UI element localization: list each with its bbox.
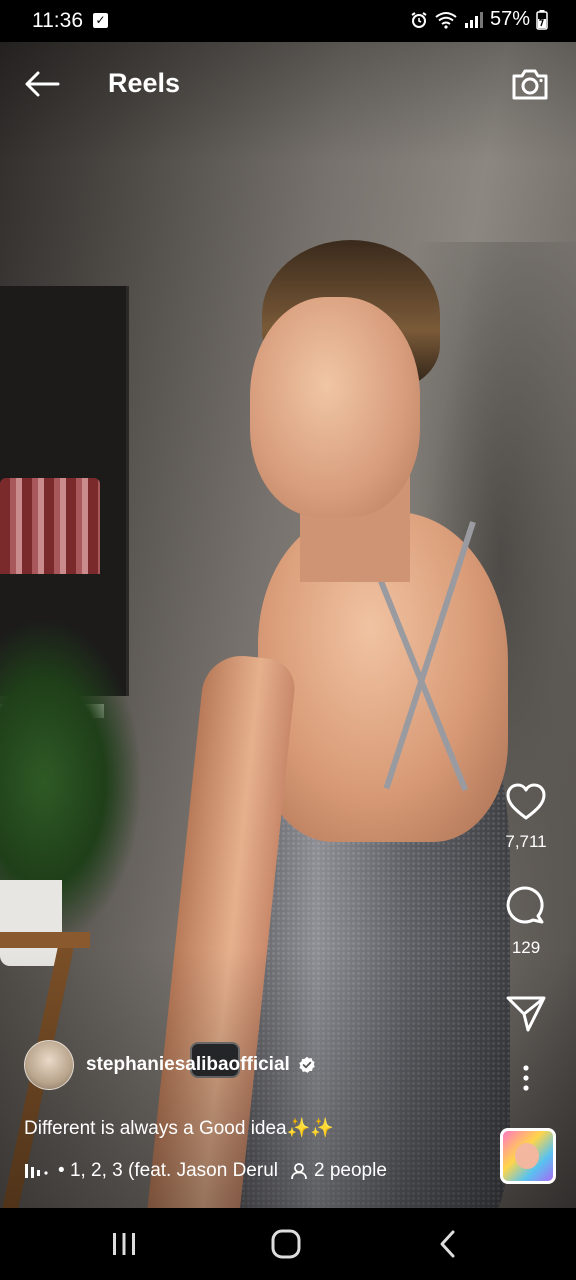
back-button[interactable]: [22, 64, 62, 104]
caption[interactable]: Different is always a Good idea✨✨: [24, 1116, 334, 1140]
wifi-icon: [435, 11, 457, 29]
home-icon: [271, 1229, 301, 1259]
more-vertical-icon: [523, 1065, 529, 1091]
comment-icon: [506, 886, 544, 924]
battery-percent: 57%: [489, 8, 530, 30]
send-icon: [506, 996, 546, 1032]
lamp-shade: [0, 478, 100, 574]
person-face: [250, 297, 420, 517]
audio-thumbnail[interactable]: [500, 1128, 556, 1184]
recent-apps-button[interactable]: [104, 1226, 144, 1262]
alarm-icon: [411, 11, 427, 28]
person-icon: [291, 1163, 307, 1180]
reels-screen: 11:36 ✓ 57% Reels 7,711 129 stephaniesal…: [0, 0, 576, 1280]
camera-icon: [512, 69, 548, 100]
side-table: [0, 932, 90, 948]
username[interactable]: stephaniesalibaofficial: [86, 1054, 290, 1076]
status-icons: 57%: [410, 8, 548, 31]
comment-button[interactable]: 129: [476, 886, 576, 958]
comment-count: 129: [511, 938, 541, 957]
bullet-separator: •: [58, 1160, 70, 1181]
chevron-left-icon: [440, 1230, 455, 1258]
author-row: stephaniesalibaofficial: [24, 1040, 494, 1090]
like-count: 7,711: [505, 832, 547, 851]
status-time: 11:36: [32, 9, 83, 32]
arrow-left-icon: [25, 71, 60, 97]
audio-cover-art: [515, 1143, 539, 1169]
verified-badge-icon: [299, 1056, 315, 1073]
avatar[interactable]: [24, 1040, 74, 1090]
tagged-people-label: 2 people: [314, 1160, 387, 1181]
status-bar: 11:36 ✓ 57%: [0, 0, 576, 42]
camera-button[interactable]: [510, 64, 550, 104]
recent-apps-icon: [113, 1233, 135, 1255]
home-button[interactable]: [266, 1226, 306, 1262]
notification-check-icon: ✓: [93, 13, 108, 28]
like-button[interactable]: 7,711: [476, 780, 576, 852]
music-title[interactable]: 1, 2, 3 (feat. Jason Derul: [70, 1160, 278, 1182]
navigation-bar: [0, 1208, 576, 1280]
reels-header: Reels: [0, 42, 576, 126]
page-title: Reels: [108, 68, 181, 98]
tagged-people[interactable]: 2 people: [290, 1160, 387, 1182]
music-row[interactable]: • 1, 2, 3 (feat. Jason Derul 2 people: [24, 1160, 387, 1182]
reel-info: stephaniesalibaofficial Different is alw…: [24, 1040, 494, 1181]
share-button[interactable]: [476, 992, 576, 1036]
music-bars-icon: [25, 1164, 48, 1178]
heart-icon: [506, 783, 546, 820]
signal-icon: [464, 11, 483, 28]
back-nav-button[interactable]: [428, 1226, 468, 1262]
battery-charging-icon: [536, 9, 548, 30]
